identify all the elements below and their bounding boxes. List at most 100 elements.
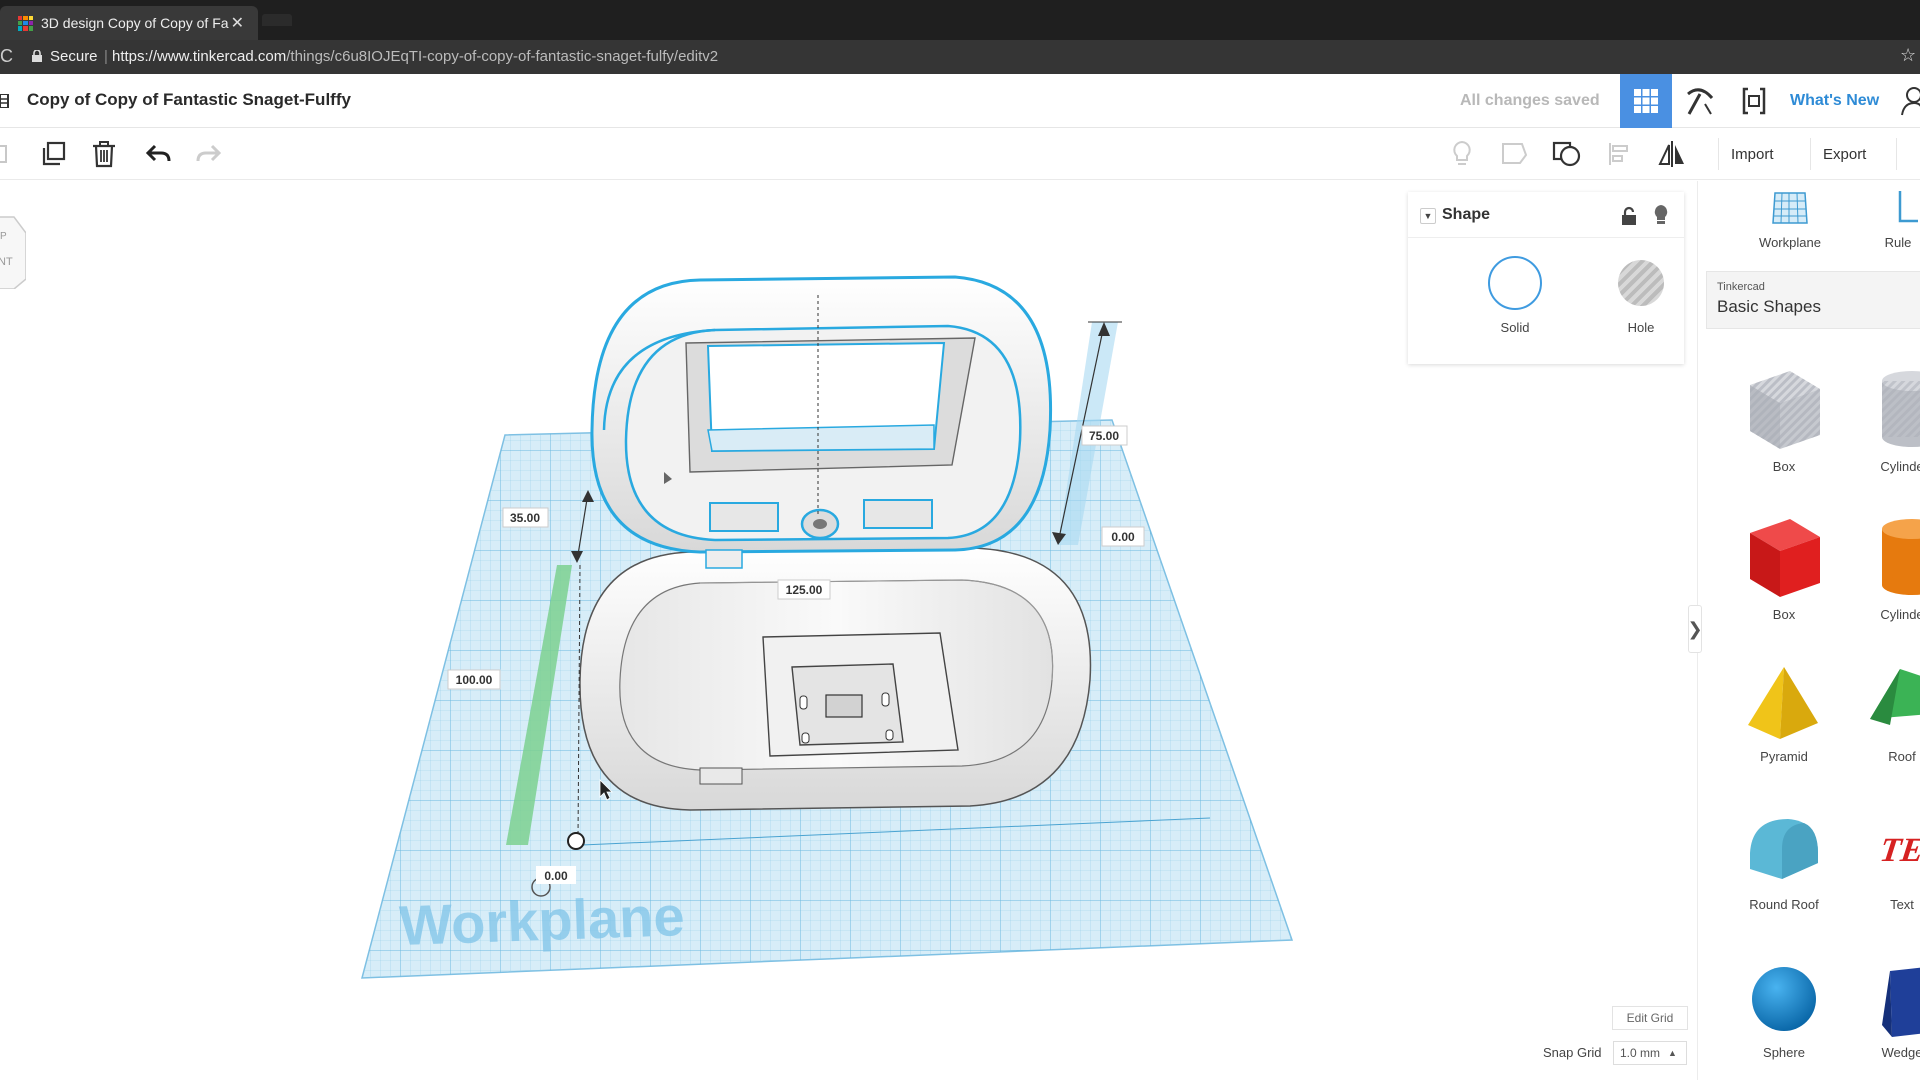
redo-icon — [196, 144, 222, 162]
shape-box-hole[interactable]: Box — [1729, 363, 1839, 474]
shape-label: Round Roof — [1749, 897, 1819, 912]
mirror-icon — [1658, 141, 1684, 167]
solid-swatch — [1488, 256, 1542, 310]
send-to-button[interactable] — [1896, 138, 1920, 170]
shape-label: Text — [1890, 897, 1914, 912]
speech-bubble-icon — [1502, 143, 1528, 164]
shape-sphere[interactable]: Sphere — [1729, 959, 1839, 1060]
collapse-panel-button[interactable]: ❯ — [1687, 605, 1703, 653]
lid-part[interactable] — [590, 275, 1053, 569]
collapse-inspector-button[interactable]: ▼ — [1420, 208, 1436, 224]
svg-text:TEX: TEX — [1878, 832, 1920, 869]
dim-text-depth: 100.00 — [456, 673, 493, 687]
duplicate-button[interactable] — [35, 136, 71, 172]
new-tab-button[interactable] — [262, 14, 292, 26]
shape-label: Sphere — [1763, 1045, 1805, 1060]
browser-tab-bar: 3D design Copy of Copy of Fa ✕ — [0, 0, 1920, 40]
hint-button[interactable] — [1444, 136, 1480, 172]
save-status: All changes saved — [1460, 92, 1600, 109]
edit-toolbar: Import Export — [0, 128, 1920, 180]
shape-label: Box — [1772, 607, 1796, 622]
dim-text-elevation-bottom: 0.00 — [544, 869, 568, 883]
shape-label: Wedge — [1881, 1045, 1920, 1060]
copy-icon — [0, 145, 7, 163]
delete-button[interactable] — [86, 136, 122, 172]
dim-text-elevation-right: 0.00 — [1111, 530, 1135, 544]
workplane-icon — [1772, 192, 1808, 224]
close-tab-icon[interactable]: ✕ — [231, 13, 244, 33]
roof-icon — [1870, 669, 1920, 725]
pyramid-icon — [1748, 667, 1818, 739]
round-roof-icon — [1750, 819, 1818, 879]
mirror-button[interactable] — [1654, 136, 1690, 172]
cylinder-hole-icon — [1882, 371, 1920, 447]
edit-grid-button[interactable]: Edit Grid — [1612, 1006, 1688, 1030]
url-path: /things/c6u8IOJEqTI-copy-of-copy-of-fant… — [286, 48, 719, 65]
group-shapes-icon — [1552, 141, 1581, 167]
shape-round-roof[interactable]: Round Roof — [1729, 809, 1839, 912]
base-part[interactable] — [579, 547, 1092, 811]
shape-label: Cylinde — [1880, 607, 1920, 622]
whats-new-link[interactable]: What's New — [1790, 92, 1879, 110]
wedge-icon — [1882, 967, 1920, 1037]
lock-icon[interactable] — [1620, 206, 1638, 226]
sphere-icon — [1752, 967, 1816, 1031]
shape-library-select[interactable]: Tinkercad Basic Shapes — [1706, 271, 1920, 329]
shape-box[interactable]: Box — [1729, 511, 1839, 622]
url-field[interactable]: https://www.tinkercad.com/things/c6u8IOJ… — [112, 48, 718, 65]
dim-label-depth[interactable]: 100.00 — [447, 669, 501, 690]
shape-text[interactable]: TEX Text — [1847, 809, 1920, 912]
shape-label: Cylinde — [1880, 459, 1920, 474]
dim-label-height-right[interactable]: 75.00 — [1081, 425, 1128, 446]
shape-wedge[interactable]: Wedge — [1847, 959, 1920, 1060]
bookmark-star-icon[interactable]: ☆ — [1900, 45, 1916, 66]
duplicate-icon — [42, 141, 66, 166]
lightbulb-icon[interactable] — [1652, 204, 1670, 226]
notes-button[interactable] — [1496, 136, 1532, 172]
dim-label-elevation-bottom[interactable]: 0.00 — [536, 866, 576, 884]
tinkercad-favicon-icon — [18, 15, 33, 31]
browser-tab[interactable]: 3D design Copy of Copy of Fa ✕ — [0, 6, 258, 40]
snap-grid-label: Snap Grid — [1543, 1045, 1602, 1060]
box-icon — [1750, 519, 1820, 597]
user-icon[interactable] — [1900, 86, 1920, 116]
trash-icon — [93, 141, 115, 168]
3d-view-button[interactable] — [1620, 74, 1672, 128]
browser-tab-title: 3D design Copy of Copy of Fa — [41, 15, 229, 31]
menu-icon[interactable] — [0, 94, 10, 108]
undo-button[interactable] — [140, 136, 176, 172]
library-name: Basic Shapes — [1717, 297, 1821, 316]
shape-label: Pyramid — [1760, 749, 1808, 764]
shape-roof[interactable]: Roof — [1847, 663, 1920, 764]
dim-label-width[interactable]: 125.00 — [777, 579, 831, 600]
codeblocks-button[interactable] — [1728, 74, 1780, 128]
shape-pyramid[interactable]: Pyramid — [1729, 663, 1839, 764]
inspector-header: ▼ Shape — [1408, 192, 1684, 238]
solid-option[interactable]: Solid — [1470, 256, 1560, 335]
address-bar: C Secure | https://www.tinkercad.com/thi… — [0, 40, 1920, 74]
hole-option[interactable]: Hole — [1596, 256, 1686, 335]
secure-label: Secure — [50, 48, 98, 65]
grid-icon — [1634, 89, 1658, 113]
import-button[interactable]: Import — [1718, 138, 1786, 170]
shape-cylinder-hole[interactable]: Cylinde — [1847, 363, 1920, 474]
blocks-button[interactable] — [1674, 74, 1726, 128]
reload-icon[interactable]: C — [0, 46, 13, 67]
dim-label-elevation-right[interactable]: 0.00 — [1101, 526, 1145, 547]
hole-swatch — [1618, 260, 1664, 306]
shape-cylinder[interactable]: Cylinde — [1847, 511, 1920, 622]
app-header: Copy of Copy of Fantastic Snaget-Fulffy … — [0, 74, 1920, 128]
redo-button[interactable] — [191, 136, 227, 172]
align-button[interactable] — [1602, 136, 1638, 172]
dim-label-height-left[interactable]: 35.00 — [502, 507, 549, 528]
ruler-tool[interactable]: Rule — [1868, 189, 1920, 250]
copy-button[interactable] — [0, 136, 18, 172]
workplane-tool[interactable]: Workplane — [1738, 189, 1842, 250]
design-title[interactable]: Copy of Copy of Fantastic Snaget-Fulffy — [27, 90, 351, 110]
group-button[interactable] — [1549, 136, 1585, 172]
ruler-icon — [1898, 191, 1918, 223]
code-braces-icon — [1742, 87, 1766, 115]
snap-grid-select[interactable]: 1.0 mm ▲ — [1613, 1041, 1687, 1065]
workplane-label: Workplane — [398, 884, 685, 957]
export-button[interactable]: Export — [1810, 138, 1878, 170]
